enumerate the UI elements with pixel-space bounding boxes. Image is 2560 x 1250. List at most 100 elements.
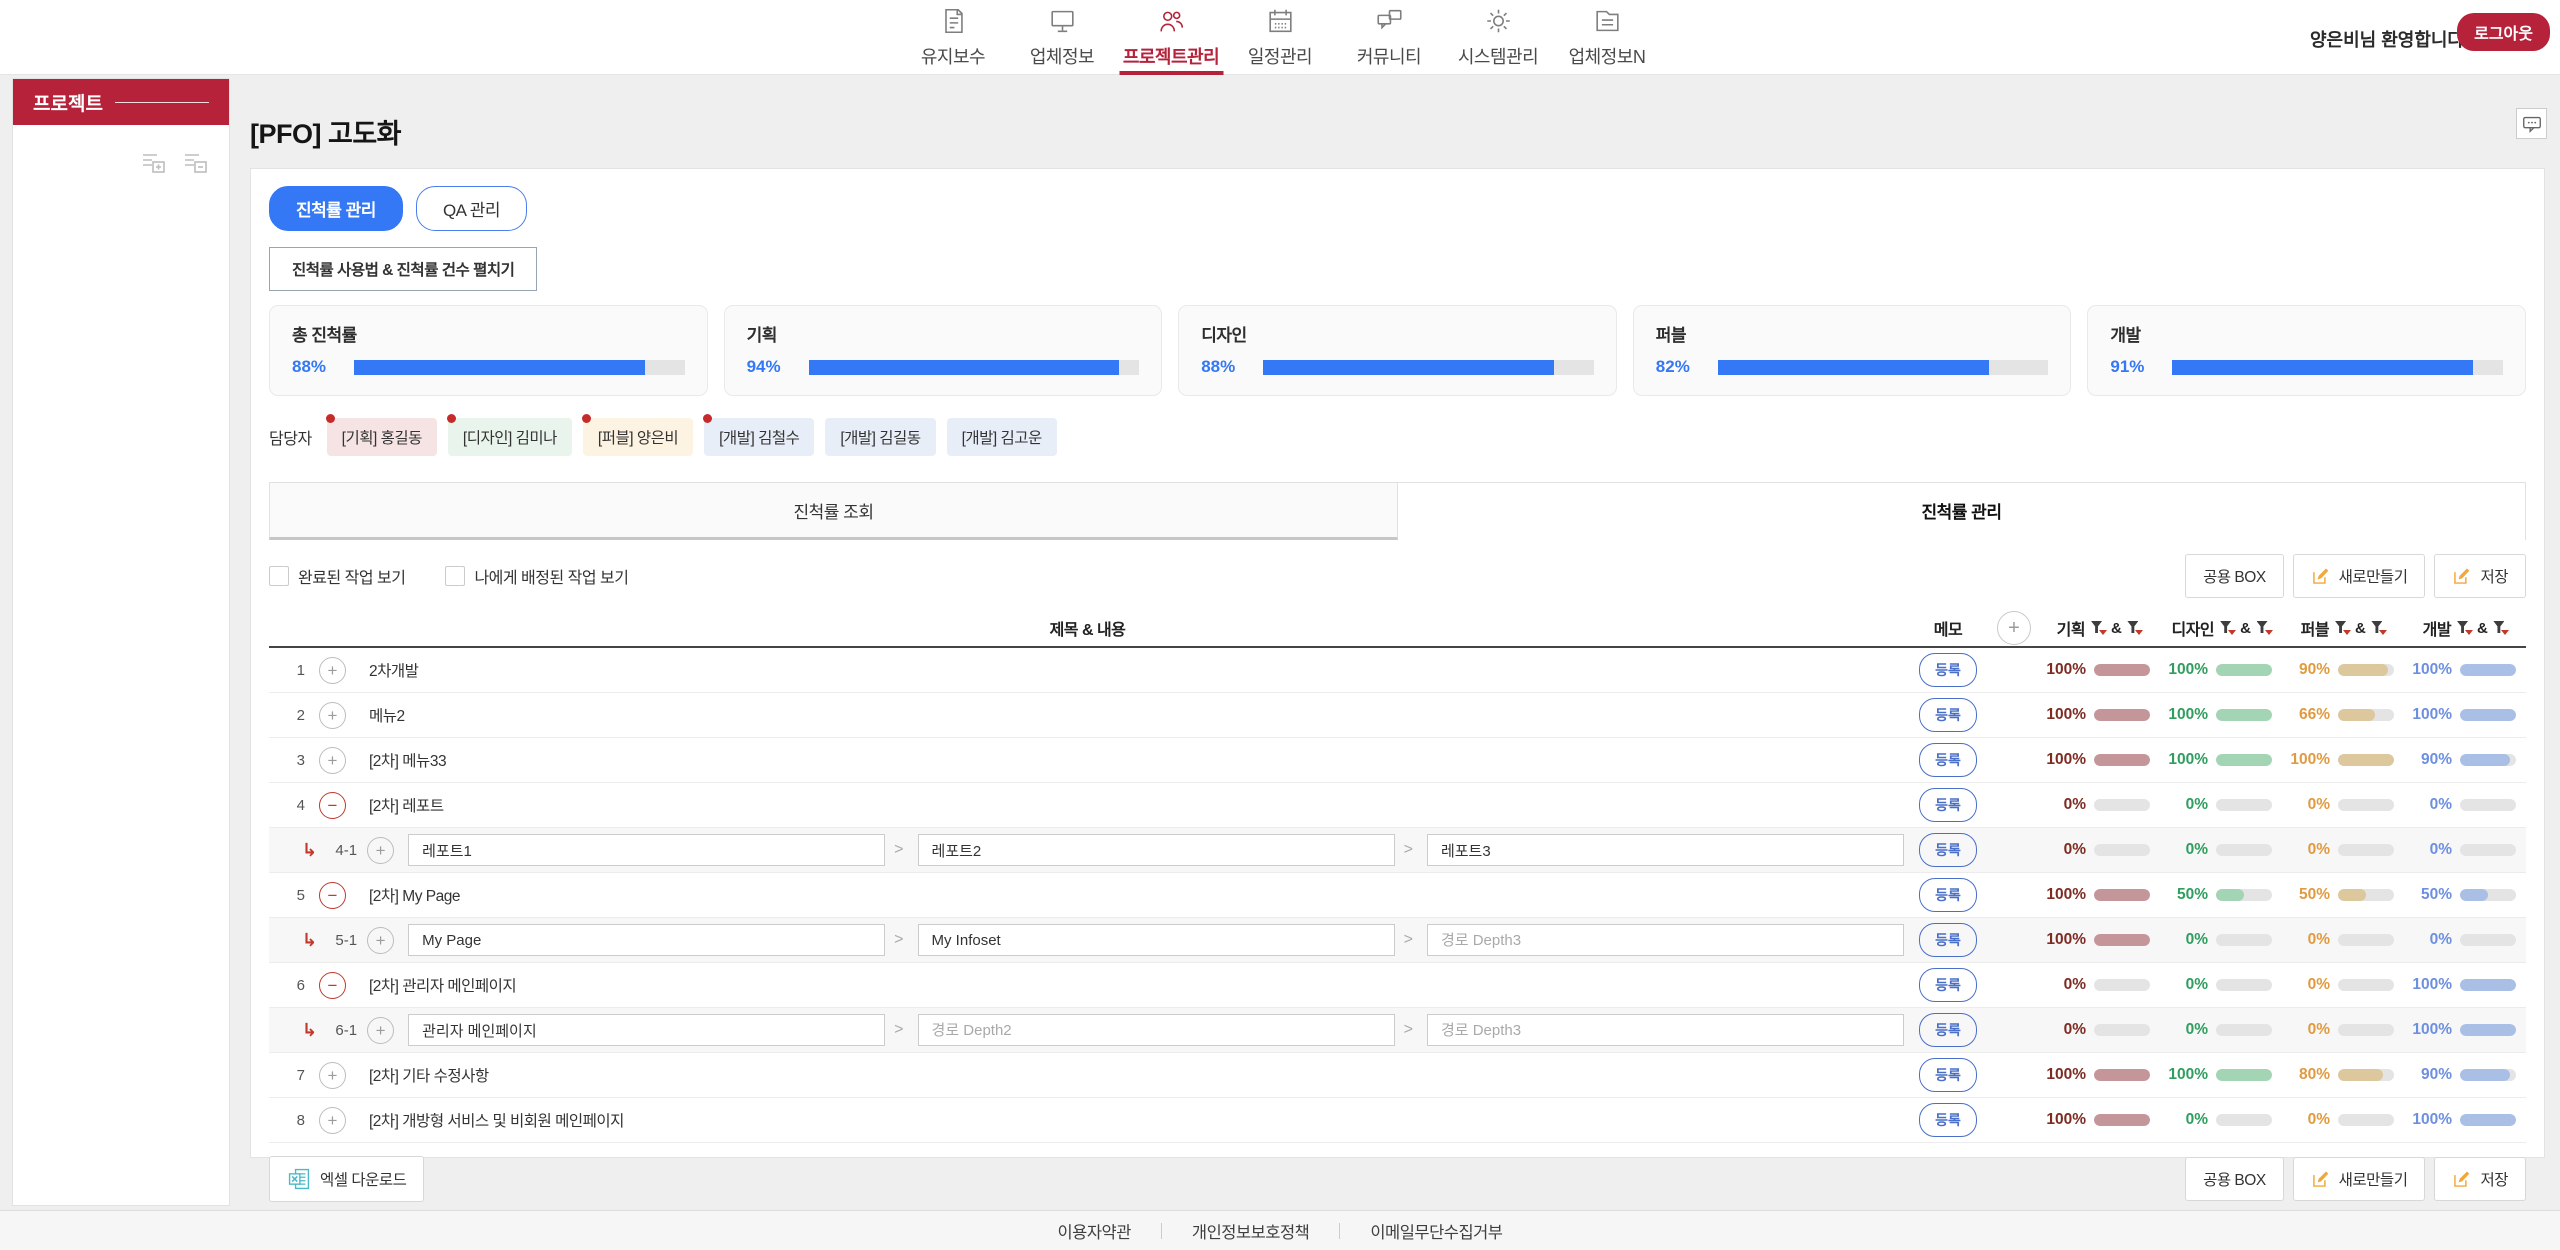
path-depth-input[interactable] <box>918 1014 1395 1046</box>
shared-box-button[interactable]: 공용 BOX <box>2185 554 2284 598</box>
register-memo-button[interactable]: 등록 <box>1919 878 1977 912</box>
manager-tag[interactable]: [개발] 김길동 <box>825 418 935 456</box>
register-memo-button[interactable]: 등록 <box>1919 653 1977 687</box>
path-depth-input[interactable] <box>1427 834 1904 866</box>
qa-manage-pill[interactable]: QA 관리 <box>416 186 527 231</box>
filter-icon[interactable] <box>2335 621 2349 635</box>
filter-icon[interactable] <box>2220 621 2234 635</box>
progress-value: 100% <box>2404 1021 2452 1039</box>
gear-icon <box>1481 6 1515 36</box>
progress-management-panel: 진척률 관리 QA 관리 진척률 사용법 & 진척률 건수 펼치기 총 진척률 … <box>250 168 2545 1158</box>
document-icon <box>936 6 970 36</box>
checkbox-assigned[interactable] <box>445 566 465 586</box>
tree-collapse-all-icon[interactable] <box>181 151 211 175</box>
nav-item-company-info[interactable]: 업체정보 <box>1008 0 1117 75</box>
filter-icon[interactable] <box>2091 621 2105 635</box>
progress-dev-cell: 50% <box>2404 886 2526 904</box>
filter-icon[interactable] <box>2457 621 2471 635</box>
progress-plan-cell: 0% <box>2038 796 2160 814</box>
nav-item-system-management[interactable]: 시스템관리 <box>1444 0 1553 75</box>
create-new-button[interactable]: 새로만들기 <box>2293 554 2426 598</box>
checkbox-completed[interactable] <box>269 566 289 586</box>
footer-link-email[interactable]: 이메일무단수집거부 <box>1340 1219 1532 1243</box>
comment-button[interactable] <box>2516 108 2547 139</box>
register-memo-button[interactable]: 등록 <box>1919 788 1977 822</box>
path-depth-input[interactable] <box>918 924 1395 956</box>
manager-tag[interactable]: [디자인] 김미나 <box>448 418 572 456</box>
path-depth-input[interactable] <box>408 924 885 956</box>
summary-card-label: 개발 <box>2110 321 2503 346</box>
nav-item-schedule[interactable]: 일정관리 <box>1226 0 1335 75</box>
path-depth-input[interactable] <box>408 834 885 866</box>
expand-row-button[interactable]: + <box>319 747 346 774</box>
tab-progress-view[interactable]: 진척률 조회 <box>269 482 1398 540</box>
tab-progress-manage[interactable]: 진척률 관리 <box>1398 482 2526 540</box>
register-memo-button[interactable]: 등록 <box>1919 698 1977 732</box>
expand-row-button[interactable]: + <box>319 1062 346 1089</box>
expand-row-button[interactable]: + <box>319 702 346 729</box>
save-button[interactable]: 저장 <box>2434 1157 2526 1201</box>
expand-row-button[interactable]: + <box>319 657 346 684</box>
progress-bar <box>2094 889 2150 901</box>
register-memo-button[interactable]: 등록 <box>1919 923 1977 957</box>
add-sub-row-button[interactable]: + <box>367 1017 394 1044</box>
progress-value: 100% <box>2038 1111 2086 1129</box>
filter-completed[interactable]: 완료된 작업 보기 <box>269 564 405 588</box>
excel-download-button[interactable]: 엑셀 다운로드 <box>269 1156 424 1202</box>
table-row: ↳5-1+>>등록100%0%0%0% <box>269 918 2526 963</box>
register-memo-button[interactable]: 등록 <box>1919 1058 1977 1092</box>
progress-bar <box>2094 664 2150 676</box>
progress-bar <box>2460 979 2516 991</box>
progress-design-cell: 0% <box>2160 976 2282 994</box>
create-new-button[interactable]: 새로만들기 <box>2293 1157 2426 1201</box>
progress-bar <box>2094 709 2150 721</box>
notification-dot <box>447 414 456 423</box>
add-sub-row-button[interactable]: + <box>367 837 394 864</box>
progress-bar <box>2460 934 2516 946</box>
collapse-row-button[interactable]: − <box>319 882 346 909</box>
nav-item-community[interactable]: 커뮤니티 <box>1335 0 1444 75</box>
summary-progress-bar <box>809 360 1140 375</box>
manager-tag[interactable]: [기획] 홍길동 <box>327 418 437 456</box>
progress-bar <box>2460 754 2516 766</box>
path-depth-input[interactable] <box>408 1014 885 1046</box>
filter-assigned-to-me[interactable]: 나에게 배정된 작업 보기 <box>445 564 628 588</box>
manager-tag[interactable]: [퍼블] 양은비 <box>583 418 693 456</box>
usage-guide-button[interactable]: 진척률 사용법 & 진척률 건수 펼치기 <box>269 247 537 291</box>
filter-icon[interactable] <box>2257 621 2271 635</box>
path-depth-input[interactable] <box>1427 924 1904 956</box>
save-button[interactable]: 저장 <box>2434 554 2526 598</box>
row-number: 8 <box>283 1112 305 1129</box>
manager-tag[interactable]: [개발] 김철수 <box>704 418 814 456</box>
expand-row-button[interactable]: + <box>319 1107 346 1134</box>
progress-bar <box>2338 799 2394 811</box>
add-row-button[interactable]: + <box>1997 611 2031 645</box>
collapse-row-button[interactable]: − <box>319 972 346 999</box>
filter-icon[interactable] <box>2127 621 2141 635</box>
collapse-row-button[interactable]: − <box>319 792 346 819</box>
register-memo-button[interactable]: 등록 <box>1919 833 1977 867</box>
add-sub-row-button[interactable]: + <box>367 927 394 954</box>
row-number: 6 <box>283 977 305 994</box>
register-memo-button[interactable]: 등록 <box>1919 743 1977 777</box>
path-depth-input[interactable] <box>918 834 1395 866</box>
progress-manage-pill[interactable]: 진척률 관리 <box>269 186 403 231</box>
path-depth-input[interactable] <box>1427 1014 1904 1046</box>
sidebar-header-divider <box>115 102 209 103</box>
footer-link-terms[interactable]: 이용자약관 <box>1028 1219 1161 1243</box>
nav-item-maintenance[interactable]: 유지보수 <box>899 0 1008 75</box>
nav-item-company-info-n[interactable]: 업체정보N <box>1553 0 1662 75</box>
logout-button[interactable]: 로그아웃 <box>2457 13 2550 51</box>
progress-design-cell: 0% <box>2160 841 2282 859</box>
tree-expand-all-icon[interactable] <box>139 151 169 175</box>
row-number: 4-1 <box>327 842 357 859</box>
register-memo-button[interactable]: 등록 <box>1919 1103 1977 1137</box>
filter-icon[interactable] <box>2371 621 2385 635</box>
manager-tag[interactable]: [개발] 김고운 <box>947 418 1057 456</box>
shared-box-button[interactable]: 공용 BOX <box>2185 1157 2284 1201</box>
filter-icon[interactable] <box>2493 621 2507 635</box>
register-memo-button[interactable]: 등록 <box>1919 968 1977 1002</box>
footer-link-privacy[interactable]: 개인정보보호정책 <box>1162 1219 1339 1243</box>
register-memo-button[interactable]: 등록 <box>1919 1013 1977 1047</box>
nav-item-project-management[interactable]: 프로젝트관리 <box>1117 0 1226 75</box>
